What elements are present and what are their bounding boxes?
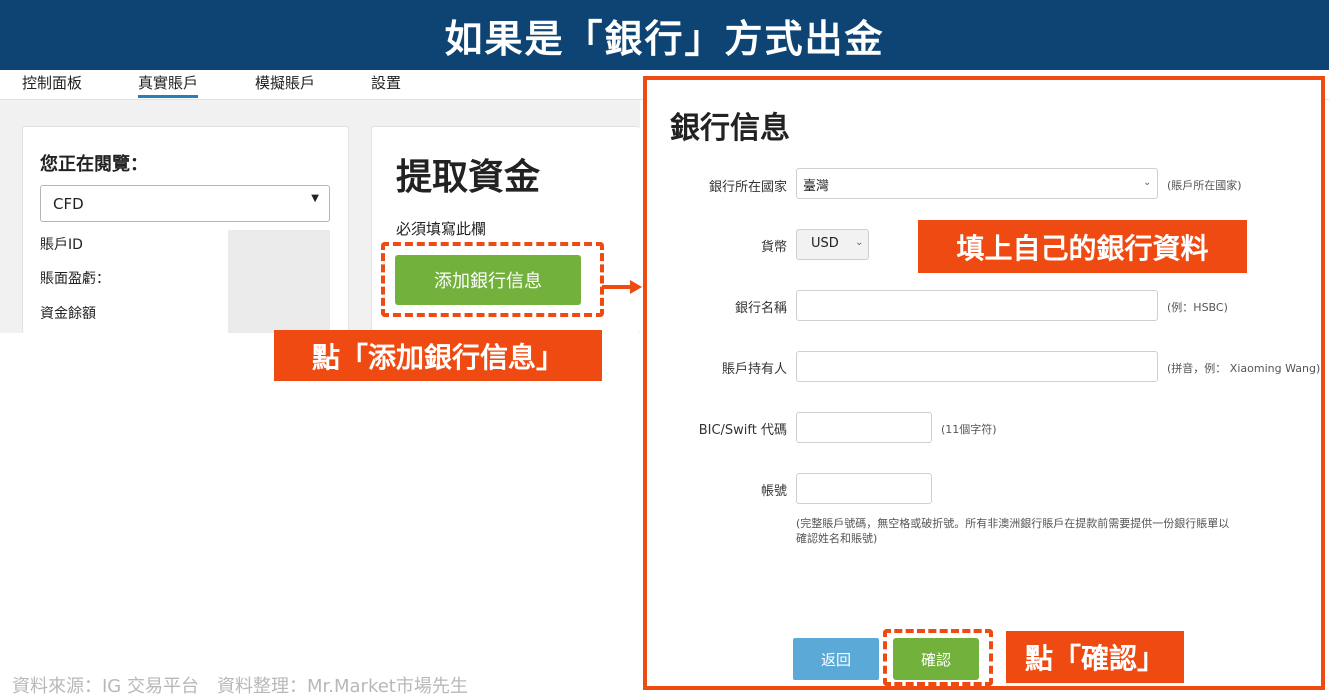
annotation-click-add-bank: 點「添加銀行信息」 <box>274 330 602 381</box>
currency-value: USD <box>811 236 839 251</box>
chevron-down-icon: ⌄ <box>1143 177 1152 188</box>
viewing-title: 您正在閱覽： <box>40 154 148 175</box>
tab-live-account[interactable]: 真實賬戶 <box>138 72 199 98</box>
currency-label: 貨幣 <box>760 240 787 255</box>
country-hint: (賬戶所在國家) <box>1167 179 1242 192</box>
banner-title: 如果是「銀行」方式出金 <box>444 16 885 61</box>
balance-label: 資金餘額 <box>40 306 96 322</box>
bic-swift-label: BIC/Swift 代碼 <box>698 423 787 438</box>
account-values-placeholder <box>228 230 330 333</box>
chevron-down-icon: ⌄ <box>855 237 864 248</box>
withdraw-title: 提取資金 <box>396 157 541 198</box>
bank-name-label: 銀行名稱 <box>734 301 787 316</box>
annotation-fill-bank-info: 填上自己的銀行資料 <box>918 220 1247 273</box>
tab-settings[interactable]: 設置 <box>371 72 401 98</box>
country-value: 臺灣 <box>803 179 830 194</box>
account-type-value: CFD <box>53 195 84 213</box>
bank-name-input[interactable] <box>796 290 1158 321</box>
annotation-click-confirm: 點「確認」 <box>1006 631 1184 683</box>
account-type-select[interactable]: CFD ▼ <box>40 185 330 222</box>
country-label: 銀行所在國家 <box>708 180 787 195</box>
bic-swift-input[interactable] <box>796 412 932 443</box>
caret-down-icon: ▼ <box>311 193 319 204</box>
bank-info-title: 銀行信息 <box>670 111 790 146</box>
account-id-label: 賬戶ID <box>40 237 83 253</box>
title-banner: 如果是「銀行」方式出金 <box>0 0 1329 70</box>
account-holder-label: 賬戶持有人 <box>721 362 787 377</box>
add-bank-info-button[interactable]: 添加銀行信息 <box>395 255 581 305</box>
account-number-note-line1: (完整賬戶號碼，無空格或破折號。所有非澳洲銀行賬戶在提款前需要提供一份銀行賬單以 <box>796 517 1230 530</box>
country-select[interactable]: 臺灣 <box>796 168 1158 199</box>
account-number-input[interactable] <box>796 473 932 504</box>
account-holder-input[interactable] <box>796 351 1158 382</box>
account-number-note-line2: 確認姓名和賬號) <box>796 532 878 545</box>
confirm-button[interactable]: 確認 <box>893 638 979 680</box>
bic-swift-hint: (11個字符) <box>941 423 997 436</box>
tab-dashboard[interactable]: 控制面板 <box>22 72 82 98</box>
back-button[interactable]: 返回 <box>793 638 879 680</box>
bank-name-hint: (例：HSBC) <box>1167 301 1228 314</box>
required-note: 必須填寫此欄 <box>396 220 487 238</box>
tab-demo-account[interactable]: 模擬賬戶 <box>255 72 315 98</box>
arrow-right-icon <box>602 280 642 294</box>
pnl-label: 賬面盈虧： <box>40 271 110 287</box>
account-number-label: 帳號 <box>760 484 787 499</box>
source-note: 資料來源：IG 交易平台 資料整理：Mr.Market市場先生 <box>12 676 468 696</box>
account-holder-hint: (拼音，例： Xiaoming Wang) <box>1167 362 1321 375</box>
